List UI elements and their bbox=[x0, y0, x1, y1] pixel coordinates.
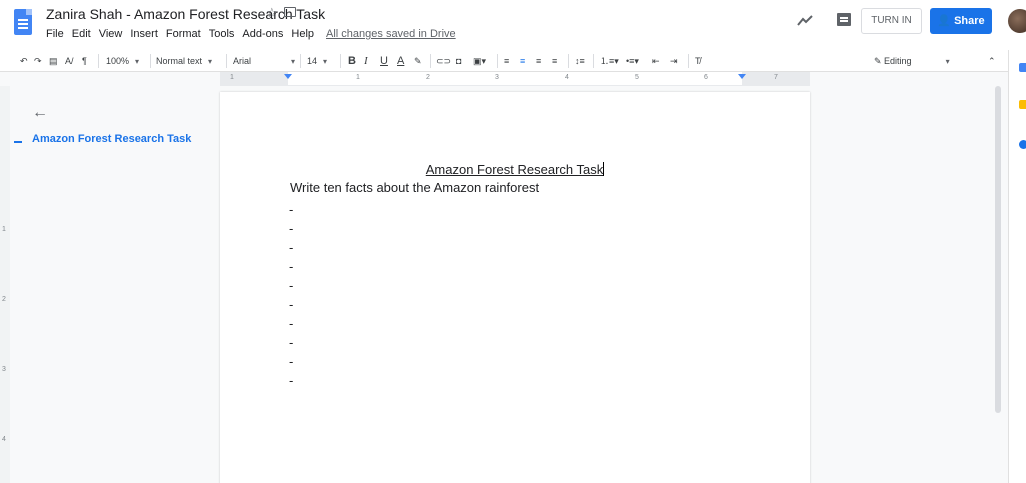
calendar-icon[interactable] bbox=[1019, 63, 1026, 72]
list-item[interactable]: - bbox=[289, 314, 293, 333]
vertical-scrollbar[interactable] bbox=[995, 86, 1001, 413]
ruler-number: 6 bbox=[704, 74, 708, 81]
list-item[interactable]: - bbox=[289, 219, 293, 238]
menu-view[interactable]: View bbox=[99, 28, 123, 40]
ruler-number: 2 bbox=[426, 74, 430, 81]
ruler-number: 5 bbox=[635, 74, 639, 81]
align-right-icon[interactable]: ≡ bbox=[536, 53, 541, 69]
share-button[interactable]: 👤 Share bbox=[930, 8, 992, 34]
highlight-icon[interactable]: ✎ bbox=[414, 53, 422, 69]
vruler-number: 3 bbox=[2, 366, 6, 373]
side-panel bbox=[1008, 50, 1026, 483]
ruler-number: 7 bbox=[774, 74, 778, 81]
mode-select[interactable]: ✎ Editing ▾ bbox=[874, 53, 950, 69]
star-icon[interactable]: ☆ bbox=[266, 5, 278, 21]
decrease-indent-icon[interactable]: ⇤ bbox=[652, 53, 660, 69]
title-bar: Zanira Shah - Amazon Forest Research Tas… bbox=[0, 0, 1026, 50]
align-left-icon[interactable]: ≡ bbox=[504, 53, 509, 69]
ruler-number: 3 bbox=[495, 74, 499, 81]
list-item[interactable]: - bbox=[289, 333, 293, 352]
list-item[interactable]: - bbox=[289, 257, 293, 276]
docs-window: Zanira Shah - Amazon Forest Research Tas… bbox=[0, 0, 1026, 483]
activity-dashboard-icon[interactable] bbox=[797, 14, 813, 26]
document-prompt[interactable]: Write ten facts about the Amazon rainfor… bbox=[290, 180, 539, 195]
left-indent-marker[interactable] bbox=[284, 74, 292, 79]
menu-insert[interactable]: Insert bbox=[130, 28, 158, 40]
toolbar: ↶ ↷ ▤ A/ ¶ 100% ▾ Normal text ▾ Arial ▾ 14 ▾… bbox=[0, 50, 1026, 72]
text-color-icon[interactable]: A bbox=[397, 53, 404, 69]
paint-format-icon[interactable]: ¶ bbox=[82, 53, 87, 69]
fact-list[interactable]: - - - - - - - - - - bbox=[289, 200, 293, 390]
vruler-number: 2 bbox=[2, 296, 6, 303]
tasks-icon[interactable] bbox=[1019, 140, 1026, 149]
image-icon[interactable]: ▣▾ bbox=[473, 53, 486, 69]
list-item[interactable]: - bbox=[289, 200, 293, 219]
keep-icon[interactable] bbox=[1019, 100, 1026, 109]
list-item[interactable]: - bbox=[289, 352, 293, 371]
mode-value: Editing bbox=[884, 56, 912, 66]
font-value: Arial bbox=[233, 56, 252, 66]
font-size-select[interactable]: 14 ▾ bbox=[307, 53, 327, 69]
menu-tools[interactable]: Tools bbox=[209, 28, 235, 40]
menu-edit[interactable]: Edit bbox=[72, 28, 91, 40]
menu-add-ons[interactable]: Add-ons bbox=[242, 28, 283, 40]
share-person-icon: 👤 bbox=[937, 15, 955, 27]
style-select[interactable]: Normal text ▾ bbox=[156, 53, 212, 69]
ruler-number: 1 bbox=[356, 74, 360, 81]
save-status[interactable]: All changes saved in Drive bbox=[326, 28, 456, 40]
document-heading-text: Amazon Forest Research Task bbox=[425, 162, 604, 177]
avatar[interactable] bbox=[1008, 9, 1026, 33]
clear-formatting-icon[interactable]: T̸ bbox=[695, 53, 701, 69]
docs-logo-icon[interactable] bbox=[14, 9, 32, 35]
align-center-icon[interactable]: ≡ bbox=[520, 53, 525, 69]
underline-icon[interactable]: U bbox=[380, 53, 388, 69]
link-icon[interactable]: ⊂⊃ bbox=[436, 53, 451, 69]
zoom-select[interactable]: 100% ▾ bbox=[106, 53, 139, 69]
comments-icon[interactable] bbox=[837, 13, 851, 26]
vruler-number: 4 bbox=[2, 436, 6, 443]
undo-icon[interactable]: ↶ bbox=[20, 53, 28, 69]
pencil-icon: ✎ bbox=[874, 56, 885, 66]
back-arrow-icon[interactable]: ← bbox=[32, 104, 48, 122]
redo-icon[interactable]: ↷ bbox=[34, 53, 42, 69]
right-indent-marker[interactable] bbox=[738, 74, 746, 79]
zoom-value: 100% bbox=[106, 56, 130, 66]
font-size-value: 14 bbox=[307, 56, 318, 66]
bulleted-list-icon[interactable]: •≡▾ bbox=[626, 53, 639, 69]
horizontal-ruler[interactable]: 1 1 2 3 4 5 6 7 bbox=[220, 72, 810, 86]
print-icon[interactable]: ▤ bbox=[49, 53, 58, 69]
share-label: Share bbox=[954, 15, 985, 27]
vertical-ruler: 1 2 3 4 bbox=[0, 86, 10, 483]
list-item[interactable]: - bbox=[289, 276, 293, 295]
document-heading[interactable]: Amazon Forest Research Task bbox=[220, 162, 810, 177]
ruler-number: 4 bbox=[565, 74, 569, 81]
bold-icon[interactable]: B bbox=[348, 53, 356, 69]
vruler-number: 1 bbox=[2, 226, 6, 233]
menu-bar: File Edit View Insert Format Tools Add-o… bbox=[46, 28, 456, 40]
line-spacing-icon[interactable]: ↕≡ bbox=[575, 53, 585, 69]
collapse-toolbar-icon[interactable]: ⌃ bbox=[988, 53, 996, 69]
turn-in-button[interactable]: TURN IN bbox=[861, 8, 922, 34]
menu-file[interactable]: File bbox=[46, 28, 64, 40]
justify-icon[interactable]: ≡ bbox=[552, 53, 557, 69]
list-item[interactable]: - bbox=[289, 238, 293, 257]
ruler-number: 1 bbox=[230, 74, 234, 81]
menu-help[interactable]: Help bbox=[291, 28, 314, 40]
outline-heading-link[interactable]: Amazon Forest Research Task bbox=[32, 133, 191, 145]
italic-icon[interactable]: I bbox=[364, 53, 368, 69]
increase-indent-icon[interactable]: ⇥ bbox=[670, 53, 678, 69]
font-select[interactable]: Arial ▾ bbox=[233, 53, 295, 69]
comment-icon[interactable]: ◘ bbox=[456, 53, 461, 69]
text-cursor bbox=[603, 162, 605, 176]
move-folder-icon[interactable] bbox=[284, 7, 296, 17]
list-item[interactable]: - bbox=[289, 295, 293, 314]
list-item[interactable]: - bbox=[289, 371, 293, 390]
menu-format[interactable]: Format bbox=[166, 28, 201, 40]
document-page[interactable]: Amazon Forest Research Task Write ten fa… bbox=[220, 92, 810, 483]
outline-marker bbox=[14, 141, 22, 143]
style-value: Normal text bbox=[156, 56, 203, 66]
numbered-list-icon[interactable]: ⒈≡▾ bbox=[600, 53, 619, 69]
spellcheck-icon[interactable]: A/ bbox=[65, 53, 74, 69]
